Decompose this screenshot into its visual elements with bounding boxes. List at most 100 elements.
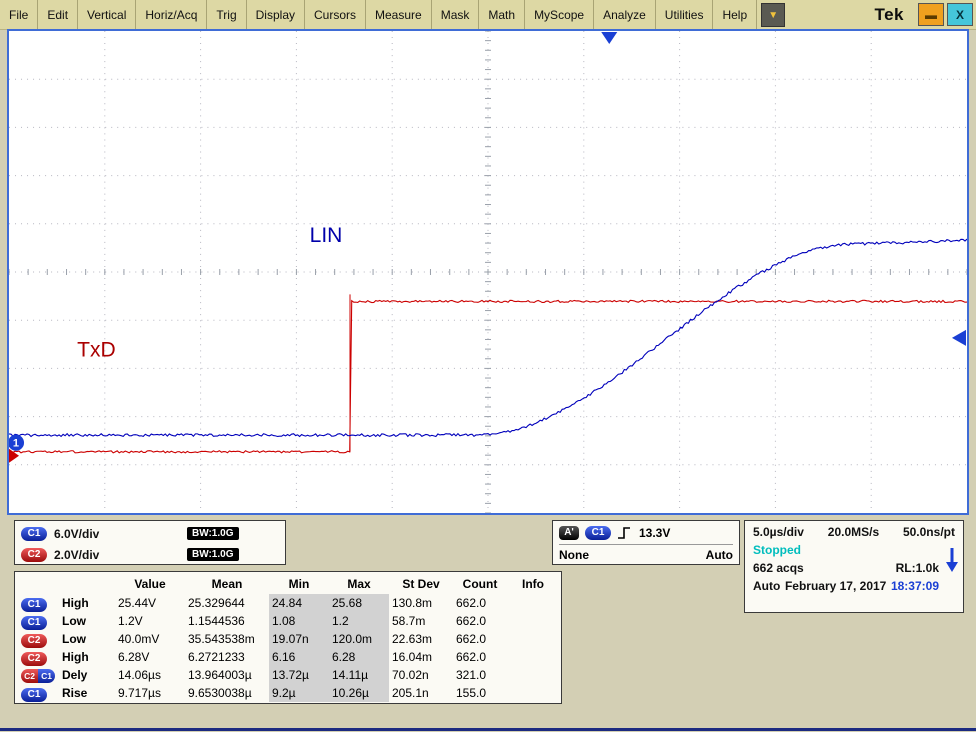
measurement-mean: 35.543538m bbox=[185, 630, 269, 648]
badge-c2-half: C2 bbox=[21, 669, 38, 683]
badge-c2: C2 bbox=[21, 634, 47, 648]
badge-c1: C1 bbox=[21, 616, 47, 630]
menu-item-analyze[interactable]: Analyze bbox=[594, 0, 656, 29]
waveform-display[interactable]: LINTxD1 bbox=[9, 31, 967, 513]
measurement-max: 10.26µ bbox=[329, 684, 389, 702]
measurement-value: 40.0mV bbox=[115, 630, 185, 648]
measurement-info bbox=[507, 684, 559, 702]
measurement-count: 321.0 bbox=[453, 666, 507, 684]
channel-1-scale: 6.0V/div bbox=[54, 527, 118, 541]
badge-c1: C1 bbox=[21, 688, 47, 702]
menu-item-display[interactable]: Display bbox=[247, 0, 305, 29]
channel-1-badge[interactable]: C1 bbox=[21, 527, 47, 541]
measurement-mean: 9.6530038µ bbox=[185, 684, 269, 702]
measurement-header-min: Min bbox=[269, 575, 329, 593]
menu-item-vertical[interactable]: Vertical bbox=[78, 0, 136, 29]
menu-item-mask[interactable]: Mask bbox=[432, 0, 480, 29]
measurement-header-max: Max bbox=[329, 575, 389, 593]
measurement-header-count: Count bbox=[453, 575, 507, 593]
sample-rate-value: 20.0MS/s bbox=[828, 525, 879, 539]
resolution-value: 50.0ns/pt bbox=[903, 525, 955, 539]
measurement-row: C1High25.44V25.32964424.8425.68130.8m662… bbox=[17, 594, 559, 612]
trigger-mode-label: Auto bbox=[753, 579, 780, 593]
measurement-row: C1Low1.2V1.15445361.081.258.7m662.0 bbox=[17, 612, 559, 630]
measurement-min: 19.07n bbox=[269, 630, 329, 648]
measurement-channel-badge: C1 bbox=[17, 612, 59, 630]
measurement-label: Dely bbox=[59, 666, 115, 684]
measurement-mean: 6.2721233 bbox=[185, 648, 269, 666]
txd-label: TxD bbox=[77, 338, 116, 361]
measurement-value: 14.06µs bbox=[115, 666, 185, 684]
trigger-level-marker bbox=[952, 330, 966, 346]
measurement-header-info: Info bbox=[507, 575, 559, 593]
date-value: February 17, 2017 bbox=[785, 579, 886, 593]
channel-2-badge[interactable]: C2 bbox=[21, 548, 47, 562]
measurement-value: 9.717µs bbox=[115, 684, 185, 702]
menu-item-help[interactable]: Help bbox=[713, 0, 757, 29]
measurement-table-header: ValueMeanMinMaxSt DevCountInfo bbox=[17, 574, 559, 594]
badge-c1-half: C1 bbox=[38, 669, 55, 683]
chevron-down-icon: ▼ bbox=[768, 10, 778, 21]
measurement-stdev: 22.63m bbox=[389, 630, 453, 648]
measurement-mean: 25.329644 bbox=[185, 594, 269, 612]
menu-item-measure[interactable]: Measure bbox=[366, 0, 432, 29]
trigger-holdoff: None bbox=[559, 548, 589, 562]
acquisition-status: Stopped bbox=[753, 543, 801, 557]
measurement-row: C2C1Dely14.06µs13.964003µ13.72µ14.11µ70.… bbox=[17, 666, 559, 684]
measurement-channel-badge: C2 bbox=[17, 630, 59, 648]
menu-item-horiz-acq[interactable]: Horiz/Acq bbox=[136, 0, 207, 29]
measurement-info bbox=[507, 612, 559, 630]
minimize-button[interactable]: ▬ bbox=[918, 3, 944, 26]
acquisition-status-row: Stopped bbox=[753, 543, 955, 557]
measurement-info bbox=[507, 630, 559, 648]
measurement-mean: 13.964003µ bbox=[185, 666, 269, 684]
menu-item-trig[interactable]: Trig bbox=[207, 0, 246, 29]
menu-bar-items: FileEditVerticalHoriz/AcqTrigDisplayCurs… bbox=[0, 0, 757, 29]
measurement-info bbox=[507, 594, 559, 612]
vertical-scale-readout: C1 6.0V/div BW:1.0G C2 2.0V/div BW:1.0G bbox=[14, 520, 286, 565]
measurement-channel-badge: C2C1 bbox=[17, 666, 59, 684]
trigger-mode: Auto bbox=[706, 548, 733, 562]
txd-trace bbox=[9, 300, 967, 453]
screen-bottom-edge bbox=[0, 728, 976, 731]
trigger-row-2: None Auto bbox=[559, 545, 733, 562]
measurement-header-spacer bbox=[59, 575, 115, 593]
close-icon: X bbox=[956, 8, 964, 22]
measurement-max: 14.11µ bbox=[329, 666, 389, 684]
measurement-table: ValueMeanMinMaxSt DevCountInfo C1High25.… bbox=[14, 571, 562, 704]
horizontal-readout: 5.0µs/div 20.0MS/s 50.0ns/pt Stopped 662… bbox=[744, 520, 964, 613]
acquisition-count-row: 662 acqs RL:1.0k bbox=[753, 561, 955, 575]
menu-item-myscope[interactable]: MyScope bbox=[525, 0, 594, 29]
measurement-channel-badge: C1 bbox=[17, 684, 59, 702]
trigger-row-1: A' C1 13.3V bbox=[559, 524, 733, 545]
measurement-min: 24.84 bbox=[269, 594, 329, 612]
measurement-channel-badge: C2 bbox=[17, 648, 59, 666]
minimize-icon: ▬ bbox=[925, 8, 937, 22]
measurement-header-mean: Mean bbox=[185, 575, 269, 593]
acquisition-count: 662 acqs bbox=[753, 561, 804, 575]
trigger-position-marker bbox=[601, 32, 617, 44]
menu-item-utilities[interactable]: Utilities bbox=[656, 0, 714, 29]
measurement-label: Low bbox=[59, 612, 115, 630]
close-button[interactable]: X bbox=[947, 3, 973, 26]
menu-spacer bbox=[785, 0, 874, 29]
measurement-value: 25.44V bbox=[115, 594, 185, 612]
horizontal-row-1: 5.0µs/div 20.0MS/s 50.0ns/pt bbox=[753, 525, 955, 539]
menu-item-file[interactable]: File bbox=[0, 0, 38, 29]
tek-logo: Tek bbox=[874, 0, 918, 29]
menu-item-math[interactable]: Math bbox=[479, 0, 525, 29]
measurement-label: Rise bbox=[59, 684, 115, 702]
timebase-value: 5.0µs/div bbox=[753, 525, 804, 539]
measurement-info bbox=[507, 666, 559, 684]
channel-1-bandwidth: BW:1.0G bbox=[187, 527, 239, 540]
menu-item-edit[interactable]: Edit bbox=[38, 0, 78, 29]
scroll-down-arrow-icon[interactable] bbox=[946, 547, 958, 573]
badge-c2: C2 bbox=[21, 652, 47, 666]
time-value: 18:37:09 bbox=[891, 579, 939, 593]
menu-item-cursors[interactable]: Cursors bbox=[305, 0, 366, 29]
badge-c1: C1 bbox=[21, 598, 47, 612]
menu-overflow-button[interactable]: ▼ bbox=[761, 3, 785, 27]
trigger-event-badge: A' bbox=[559, 526, 579, 540]
measurement-max: 6.28 bbox=[329, 648, 389, 666]
measurement-row: C2Low40.0mV35.543538m19.07n120.0m22.63m6… bbox=[17, 630, 559, 648]
